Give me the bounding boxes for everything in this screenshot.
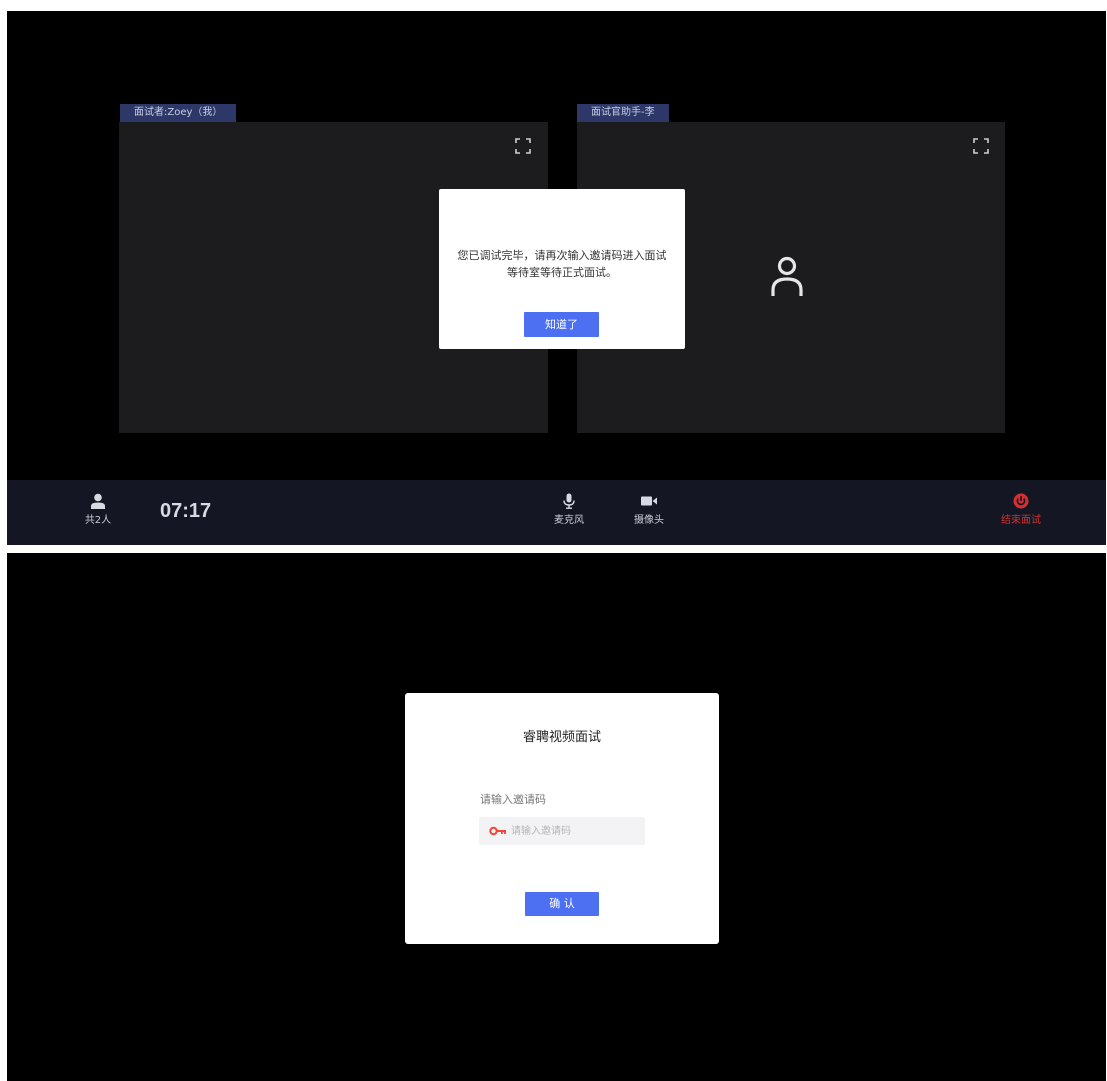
microphone-icon <box>563 493 575 509</box>
notice-dialog: 您已调试完毕，请再次输入邀请码进入面试等待室等待正式面试。 知道了 <box>439 189 685 349</box>
fullscreen-icon[interactable] <box>973 138 989 154</box>
power-icon <box>1013 493 1029 509</box>
invite-code-label: 请输入邀请码 <box>480 793 546 806</box>
notice-message: 您已调试完毕，请再次输入邀请码进入面试等待室等待正式面试。 <box>457 249 667 279</box>
got-it-button[interactable]: 知道了 <box>524 312 599 337</box>
camera-label: 摄像头 <box>634 515 664 526</box>
camera-button[interactable]: 摄像头 <box>629 493 669 526</box>
key-icon <box>489 826 506 836</box>
end-interview-label: 结束面试 <box>1001 515 1041 526</box>
invite-code-screen: 睿聘视频面试 请输入邀请码 确 认 <box>7 553 1106 1081</box>
microphone-label: 麦克风 <box>554 515 584 526</box>
invite-code-input[interactable] <box>511 817 639 845</box>
confirm-button[interactable]: 确 认 <box>525 892 599 916</box>
participants-button[interactable]: 共2人 <box>81 493 115 526</box>
participant-tag-self: 面试者:Zoey（我） <box>120 104 237 122</box>
end-interview-button[interactable]: 结束面试 <box>997 493 1045 526</box>
fullscreen-icon[interactable] <box>515 138 531 154</box>
microphone-button[interactable]: 麦克风 <box>549 493 589 526</box>
person-icon <box>91 493 105 509</box>
user-avatar-icon <box>771 256 803 296</box>
video-camera-icon <box>641 496 657 506</box>
invite-code-dialog: 睿聘视频面试 请输入邀请码 确 认 <box>405 693 719 944</box>
participants-count-label: 共2人 <box>84 515 112 526</box>
participant-tag-assistant: 面试官助手-李 <box>577 104 669 122</box>
invite-code-field[interactable] <box>479 817 645 845</box>
bottom-toolbar: 共2人 07:17 麦克风 摄像头 结束面试 <box>7 480 1106 545</box>
dialog-title: 睿聘视频面试 <box>522 730 601 745</box>
call-timer: 07:17 <box>160 500 212 522</box>
interview-room-screen: 面试者:Zoey（我） 面试官助手-李 您已调试完毕，请再次输入邀请码进入面试等… <box>7 11 1106 545</box>
